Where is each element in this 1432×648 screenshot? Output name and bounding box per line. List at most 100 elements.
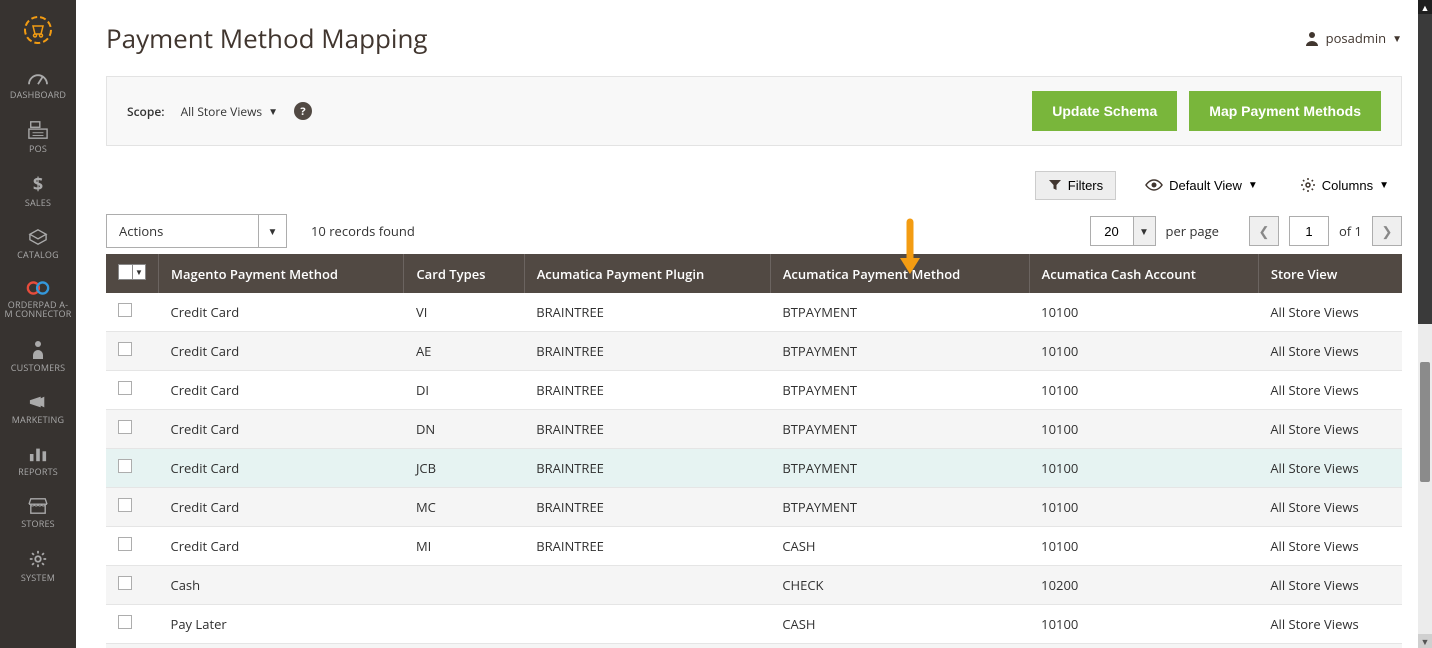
sidebar-item-dashboard[interactable]: DASHBOARD: [0, 58, 76, 110]
row-checkbox[interactable]: [118, 537, 132, 551]
scroll-thumb[interactable]: [1420, 362, 1430, 482]
col-magento[interactable]: Magento Payment Method: [159, 254, 404, 293]
actions-select[interactable]: Actions ▼: [106, 214, 287, 248]
scope-select[interactable]: All Store Views ▼: [181, 103, 278, 120]
cell-card: JCB: [404, 449, 524, 488]
help-icon[interactable]: ?: [294, 102, 312, 120]
payment-mapping-table: ▼ Magento Payment Method Card Types Acum…: [106, 254, 1402, 648]
per-page-input[interactable]: [1090, 216, 1134, 246]
table-row[interactable]: Pay LaterCASH10100All Store Views: [106, 605, 1402, 644]
sidebar-item-reports[interactable]: REPORTS: [0, 435, 76, 487]
cell-card: [404, 644, 524, 648]
cell-cash: 10100: [1029, 527, 1258, 566]
update-schema-button[interactable]: Update Schema: [1032, 91, 1177, 131]
table-row[interactable]: Credit CardMCBRAINTREEBTPAYMENT10100All …: [106, 488, 1402, 527]
scrollbar[interactable]: ▲: [1418, 0, 1432, 324]
row-checkbox[interactable]: [118, 381, 132, 395]
map-payment-methods-button[interactable]: Map Payment Methods: [1189, 91, 1381, 131]
sidebar-item-pos[interactable]: POS: [0, 110, 76, 164]
cell-method: CASH: [770, 605, 1029, 644]
select-all-header[interactable]: ▼: [106, 254, 159, 293]
cell-card: [404, 566, 524, 605]
table-row[interactable]: Credit CardDNBRAINTREEBTPAYMENT10100All …: [106, 410, 1402, 449]
sidebar-item-catalog[interactable]: CATALOG: [0, 218, 76, 270]
row-checkbox[interactable]: [118, 576, 132, 590]
default-view-button[interactable]: Default View ▼: [1132, 171, 1271, 200]
grid-toolbar: Filters Default View ▼ Columns ▼: [106, 170, 1402, 200]
cell-method: CASH: [770, 644, 1029, 648]
megaphone-icon: [28, 393, 48, 411]
cell-card: DN: [404, 410, 524, 449]
table-row[interactable]: CashCHECK10200All Store Views: [106, 566, 1402, 605]
sidebar-item-connector[interactable]: ORDERPAD A-M CONNECTOR: [0, 270, 76, 330]
cell-store: All Store Views: [1258, 644, 1402, 648]
chevron-down-icon[interactable]: ▼: [1134, 216, 1156, 246]
columns-button[interactable]: Columns ▼: [1287, 170, 1402, 200]
svg-text:$: $: [33, 174, 43, 194]
cell-plugin: BRAINTREE: [524, 293, 770, 332]
chevron-down-icon: ▼: [268, 104, 278, 118]
sidebar-item-label: ORDERPAD A-M CONNECTOR: [4, 300, 72, 320]
row-checkbox[interactable]: [118, 342, 132, 356]
records-count: 10 records found: [311, 222, 415, 240]
sidebar-item-stores[interactable]: STORES: [0, 487, 76, 539]
dollar-icon: $: [31, 174, 45, 194]
page-total: of 1: [1339, 222, 1362, 240]
cell-magento: Credit Card: [159, 410, 404, 449]
box-icon: [28, 228, 48, 246]
bars-icon: [28, 445, 48, 463]
table-row[interactable]: Credit CardVIBRAINTREEBTPAYMENT10100All …: [106, 293, 1402, 332]
col-plugin[interactable]: Acumatica Payment Plugin: [524, 254, 770, 293]
sidebar-item-marketing[interactable]: MARKETING: [0, 383, 76, 435]
cell-card: AE: [404, 332, 524, 371]
cell-card: MC: [404, 488, 524, 527]
page-input[interactable]: [1289, 216, 1329, 246]
cell-method: CASH: [770, 527, 1029, 566]
table-row[interactable]: Credit CardDIBRAINTREEBTPAYMENT10100All …: [106, 371, 1402, 410]
sidebar-item-label: SYSTEM: [21, 573, 55, 583]
cell-store: All Store Views: [1258, 293, 1402, 332]
row-checkbox[interactable]: [118, 615, 132, 629]
sidebar-item-label: SALES: [25, 198, 51, 208]
row-checkbox[interactable]: [118, 498, 132, 512]
cell-method: BTPAYMENT: [770, 371, 1029, 410]
sidebar-item-label: CATALOG: [17, 250, 59, 260]
cell-cash: 10100: [1029, 449, 1258, 488]
sidebar-item-system[interactable]: SYSTEM: [0, 539, 76, 593]
cell-card: MI: [404, 527, 524, 566]
cell-cash: 10100: [1029, 488, 1258, 527]
storefront-icon: [27, 497, 49, 515]
col-card-types[interactable]: Card Types: [404, 254, 524, 293]
cell-store: All Store Views: [1258, 527, 1402, 566]
app-logo-icon: [18, 10, 58, 50]
main-content: Payment Method Mapping posadmin ▼ Scope:…: [76, 0, 1432, 648]
col-method[interactable]: Acumatica Payment Method: [770, 254, 1029, 293]
sidebar-item-label: REPORTS: [18, 467, 58, 477]
scroll-up-icon[interactable]: ▲: [1418, 0, 1432, 14]
next-page-button[interactable]: ❯: [1372, 216, 1402, 246]
gear-icon: [1300, 177, 1316, 193]
scrollbar[interactable]: ▼: [1418, 324, 1432, 648]
chevron-down-icon[interactable]: ▼: [259, 214, 287, 248]
col-cash[interactable]: Acumatica Cash Account: [1029, 254, 1258, 293]
scope-label: Scope:: [127, 103, 165, 120]
prev-page-button[interactable]: ❮: [1249, 216, 1279, 246]
col-store[interactable]: Store View: [1258, 254, 1402, 293]
user-menu[interactable]: posadmin ▼: [1304, 29, 1402, 47]
sidebar: DASHBOARD POS $ SALES CATALOG ORDERPAD A…: [0, 0, 76, 648]
sidebar-item-sales[interactable]: $ SALES: [0, 164, 76, 218]
row-checkbox[interactable]: [118, 420, 132, 434]
cell-plugin: BRAINTREE: [524, 488, 770, 527]
filters-button[interactable]: Filters: [1035, 171, 1116, 200]
table-row[interactable]: Credit CardAEBRAINTREEBTPAYMENT10100All …: [106, 332, 1402, 371]
table-row[interactable]: Credit CardJCBBRAINTREEBTPAYMENT10100All…: [106, 449, 1402, 488]
cell-store: All Store Views: [1258, 410, 1402, 449]
cell-plugin: [524, 644, 770, 648]
cell-store: All Store Views: [1258, 332, 1402, 371]
row-checkbox[interactable]: [118, 459, 132, 473]
table-row[interactable]: Credit CardMIBRAINTREECASH10100All Store…: [106, 527, 1402, 566]
table-row[interactable]: Credit Card (Card Present)CASH10100All S…: [106, 644, 1402, 648]
sidebar-item-customers[interactable]: CUSTOMERS: [0, 329, 76, 383]
scroll-down-icon[interactable]: ▼: [1418, 634, 1432, 648]
row-checkbox[interactable]: [118, 303, 132, 317]
